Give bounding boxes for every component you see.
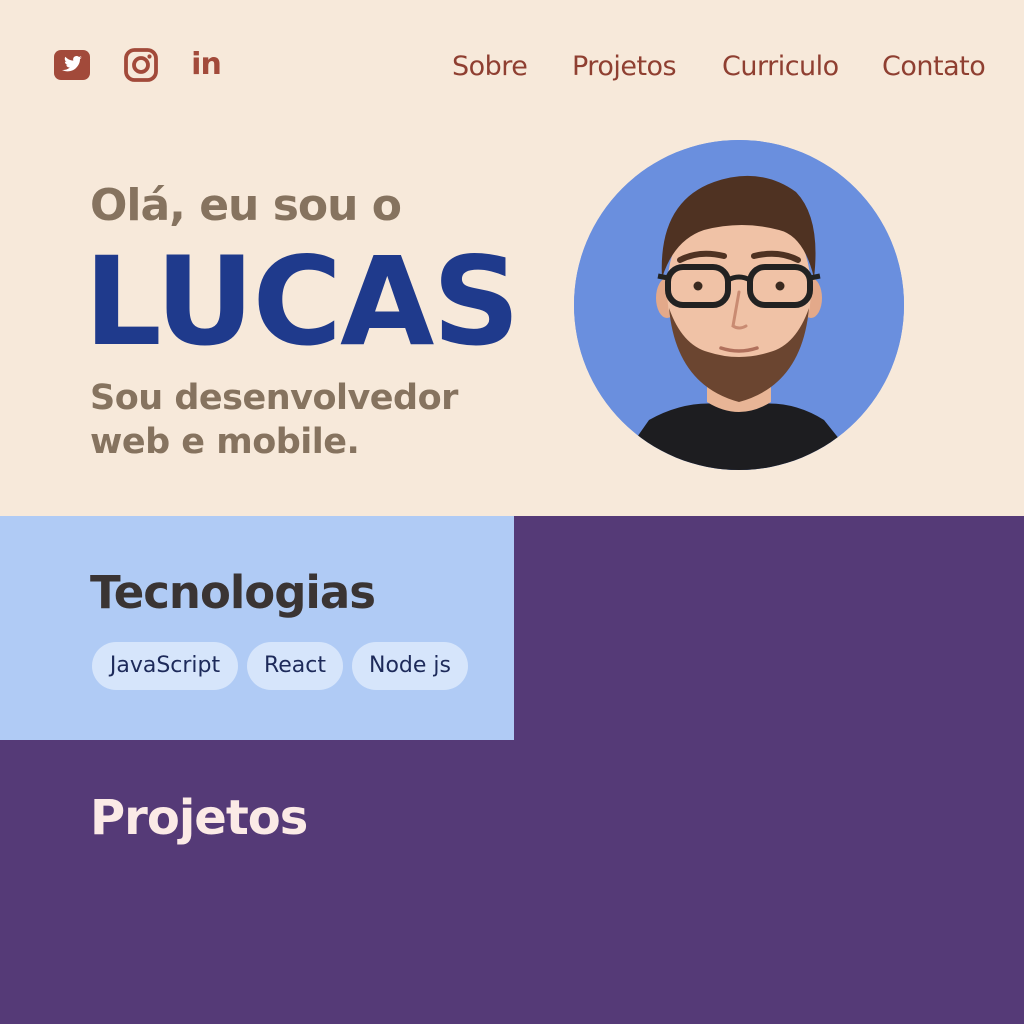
linkedin-link[interactable]: in xyxy=(186,45,226,85)
hero-subtitle: Sou desenvolvedor web e mobile. xyxy=(90,378,458,462)
tech-chip-javascript: JavaScript xyxy=(92,642,238,690)
twitter-link[interactable] xyxy=(52,45,92,85)
instagram-link[interactable] xyxy=(121,45,161,85)
tech-chip-react: React xyxy=(247,642,343,690)
nav-link-curriculo[interactable]: Curriculo xyxy=(722,48,839,86)
twitter-icon xyxy=(54,50,90,80)
projects-title: Projetos xyxy=(90,790,308,846)
avatar xyxy=(574,140,904,470)
purple-panel xyxy=(514,516,1024,740)
technologies-section xyxy=(0,516,514,740)
projects-section xyxy=(0,740,1024,1024)
nav-link-contato[interactable]: Contato xyxy=(882,48,986,86)
instagram-icon xyxy=(124,48,158,82)
tech-chip-nodejs: Node js xyxy=(352,642,468,690)
technologies-title: Tecnologias xyxy=(90,566,376,619)
nav-link-sobre[interactable]: Sobre xyxy=(452,48,528,86)
nav-link-projetos[interactable]: Projetos xyxy=(572,48,677,86)
hero-greeting: Olá, eu sou o xyxy=(90,180,402,231)
profile-photo xyxy=(574,140,904,470)
linkedin-icon: in xyxy=(191,47,222,82)
hero-name: LUCAS xyxy=(84,231,520,373)
